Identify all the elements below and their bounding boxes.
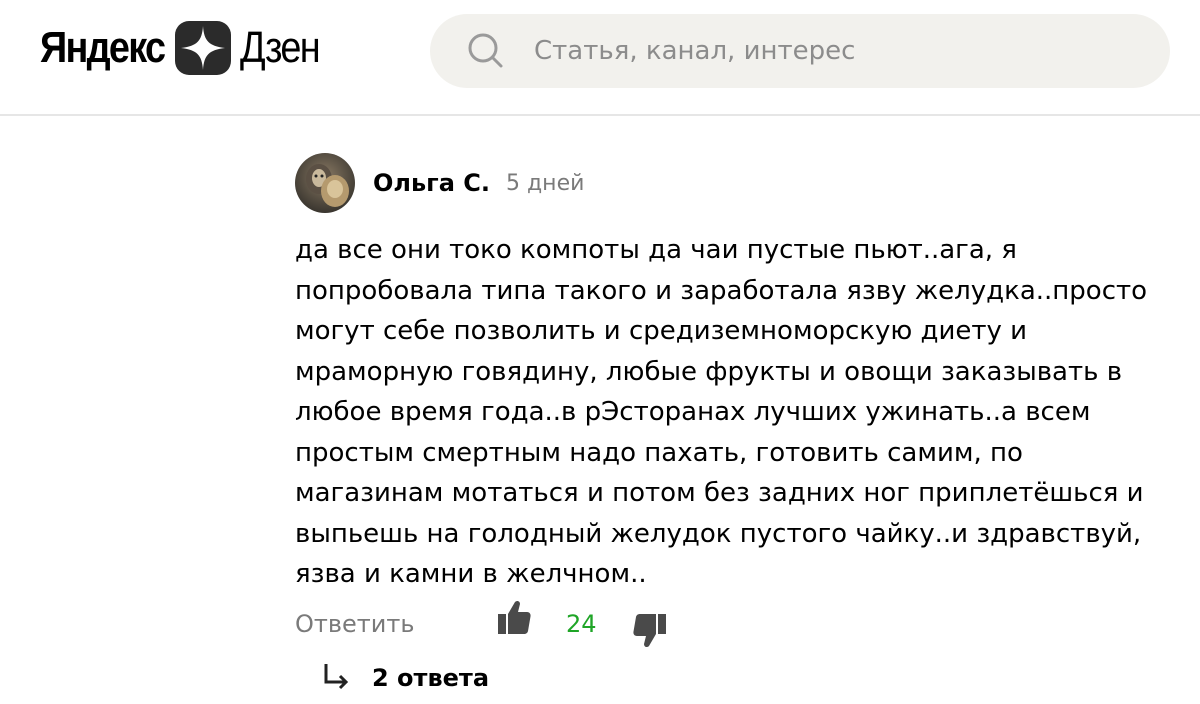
show-replies-link[interactable]: 2 ответа (318, 664, 489, 704)
reply-arrow-icon (324, 664, 349, 690)
yandex-zen-logo[interactable]: Яндекс Дзен (40, 18, 336, 78)
replies-label: 2 ответа (372, 664, 490, 692)
search-input[interactable] (534, 31, 1170, 71)
zen-star-logo-icon (175, 21, 231, 75)
comment-actions: Ответить 24 (295, 596, 795, 656)
thumbs-down-icon[interactable] (633, 610, 667, 650)
avatar[interactable] (295, 153, 355, 213)
reply-button[interactable]: Ответить (295, 610, 414, 638)
logo-text-yandex: Яндекс (40, 23, 166, 72)
comment-time: 5 дней (505, 170, 585, 196)
top-header: Яндекс Дзен (0, 0, 1200, 116)
logo-text-zen: Дзен (240, 23, 321, 72)
avatar-image (295, 153, 355, 213)
comment-card: Ольга С. 5 дней да все они токо компоты … (295, 152, 1155, 595)
comment-body: да все они токо компоты да чаи пустые пь… (295, 235, 1148, 589)
thumbs-up-icon[interactable] (497, 598, 531, 638)
comment-author[interactable]: Ольга С. (373, 169, 490, 197)
comment-header: Ольга С. 5 дней (295, 152, 1155, 214)
like-count: 24 (566, 610, 597, 638)
search-bar[interactable] (430, 14, 1170, 88)
search-icon[interactable] (466, 31, 506, 71)
